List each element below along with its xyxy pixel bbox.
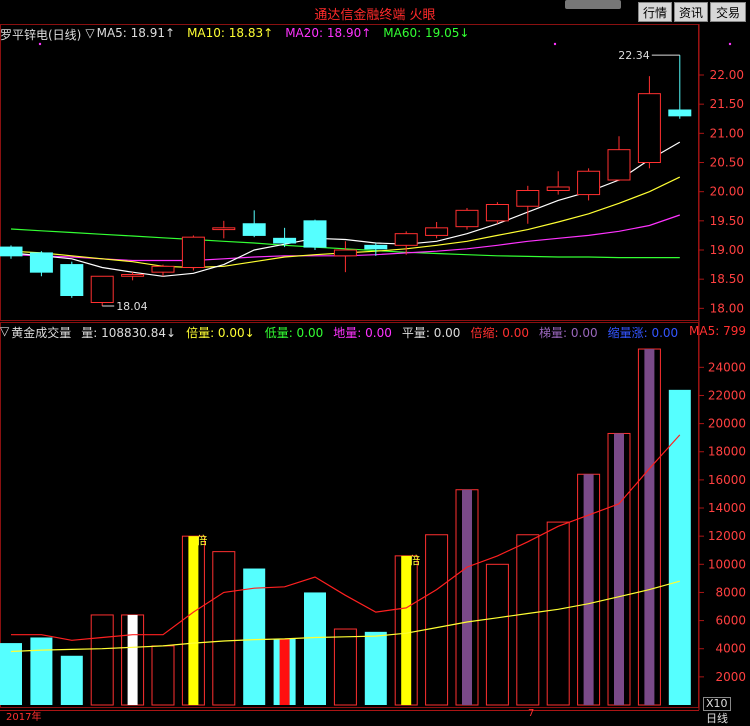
chart-canvas[interactable]: 22.00 21.50 21.00 20.50 20.00 19.50 19.00 18.50… — [0, 0, 750, 720]
stock-name[interactable]: 罗平锌电(日线) — [0, 26, 81, 43]
volume-tick-label: 14000 — [708, 501, 746, 515]
price-tick-label: 19.00 — [710, 243, 744, 257]
candle-body — [90, 275, 114, 303]
candle-body — [273, 237, 297, 244]
volume-title[interactable]: 黄金成交量 — [11, 324, 71, 341]
volume-tick-label: 22000 — [708, 388, 746, 402]
price-tick-label: 21.00 — [710, 126, 744, 140]
price-tick-label: 19.50 — [710, 214, 744, 228]
volume-bar — [333, 628, 357, 706]
volume-tick-label: 4000 — [715, 642, 746, 656]
candle-body — [364, 244, 388, 250]
candle-body — [637, 93, 661, 163]
volume-bar — [425, 534, 449, 706]
volume-tick-label: 12000 — [708, 529, 746, 543]
volume-bar — [485, 563, 509, 706]
ma-marker-icon: ▽ — [85, 26, 95, 40]
price-tick-label: 18.50 — [710, 272, 744, 286]
volume-tick-label: 24000 — [708, 360, 746, 374]
price-tick-label: 21.50 — [710, 97, 744, 111]
vol-label: 量: 108830.84↓ — [81, 326, 177, 340]
volume-bar-marker — [401, 555, 412, 705]
candle-body — [455, 209, 479, 228]
volume-ma5-label: MA5: 799 — [689, 324, 746, 338]
candle-body — [29, 252, 53, 273]
candle-body — [333, 249, 357, 257]
ping-label: 平量: 0.00 — [401, 326, 461, 340]
volume-bar-ti-marker — [583, 474, 594, 705]
volume-bar — [668, 389, 691, 705]
candle-body — [212, 227, 236, 231]
zoom-x10-button[interactable]: X10 — [703, 697, 731, 711]
volume-bar — [364, 631, 387, 705]
volume-bar — [60, 655, 83, 705]
price-tick-label: 20.00 — [710, 185, 744, 199]
candle-body — [0, 246, 23, 257]
volume-bar — [516, 534, 540, 706]
month-label: 7 — [528, 708, 535, 719]
volume-bar — [212, 551, 236, 706]
volume-bar-ti-marker — [462, 489, 472, 705]
suozhang-label: 缩量涨: 0.00 — [607, 326, 679, 340]
volume-tick-label: 8000 — [715, 585, 746, 599]
ma20-label: MA20: 18.90↑ — [285, 26, 372, 40]
volume-bar — [151, 645, 175, 706]
marker-dot — [38, 42, 42, 46]
high-annotation: 22.34 — [618, 49, 650, 62]
volume-tick-label: 20000 — [708, 417, 746, 431]
volume-bar-marker — [127, 614, 138, 705]
volume-tick-label: 6000 — [715, 614, 746, 628]
candle-body — [242, 223, 266, 236]
volume-bar — [546, 521, 570, 706]
volume-bar-marker — [279, 638, 290, 705]
volume-bar — [90, 614, 114, 706]
candle-body — [181, 236, 205, 269]
volume-bar — [0, 643, 22, 705]
bei-mark: 倍 — [409, 553, 420, 567]
candle-body — [546, 186, 570, 191]
volume-bar — [30, 637, 53, 705]
price-legend: 罗平锌电(日线) ▽ MA5: 18.91↑ MA10: 18.83↑ MA20… — [0, 26, 469, 43]
price-tick-label: 20.50 — [710, 156, 744, 170]
volume-tick-label: 10000 — [708, 557, 746, 571]
candle-body — [60, 264, 84, 297]
time-axis: 2017年 7 — [0, 708, 700, 723]
candle-body — [394, 233, 418, 246]
volume-legend: ▽ 黄金成交量 量: 108830.84↓ 倍量: 0.00↓ 低量: 0.00… — [0, 324, 678, 341]
price-tick-label: 22.00 — [710, 68, 744, 82]
price-tick-label: 18.00 — [710, 301, 744, 315]
di-label: 低量: 0.00 — [264, 326, 324, 340]
candle-body — [151, 265, 175, 273]
volume-tick-label: 18000 — [708, 445, 746, 459]
candle-body — [668, 109, 692, 117]
bei-mark: 倍 — [196, 533, 207, 547]
candle-body — [485, 204, 509, 222]
ti-label: 梯量: 0.00 — [539, 326, 598, 340]
volume-bar — [304, 592, 326, 705]
period-label[interactable]: 日线 — [706, 710, 728, 726]
ma60-label: MA60: 19.05↓ — [383, 26, 470, 40]
vol-marker-icon: ▽ — [0, 324, 10, 338]
low-annotation: 18.04 — [116, 300, 148, 313]
ma10-label: MA10: 18.83↑ — [187, 26, 274, 40]
bei-label: 倍量: 0.00↓ — [186, 326, 255, 340]
candle-body — [425, 227, 449, 236]
dili-label: 地量: 0.00 — [333, 326, 392, 340]
candle-body — [577, 170, 601, 196]
volume-bar-ti-marker — [644, 349, 655, 705]
volume-tick-label: 2000 — [715, 670, 746, 684]
candle-body — [303, 220, 327, 248]
candle-body — [121, 274, 145, 277]
volume-tick-label: 16000 — [708, 473, 746, 487]
volume-bar-marker — [188, 536, 199, 705]
ma5-label: MA5: 18.91↑ — [96, 26, 176, 40]
marker-dot — [553, 42, 557, 46]
candle-body — [607, 149, 631, 181]
volume-bar-ti-marker — [614, 433, 624, 705]
marker-dot — [728, 42, 732, 46]
year-label: 2017年 — [6, 712, 42, 723]
candle-body — [516, 190, 540, 207]
suo-label: 倍缩: 0.00 — [470, 326, 530, 340]
